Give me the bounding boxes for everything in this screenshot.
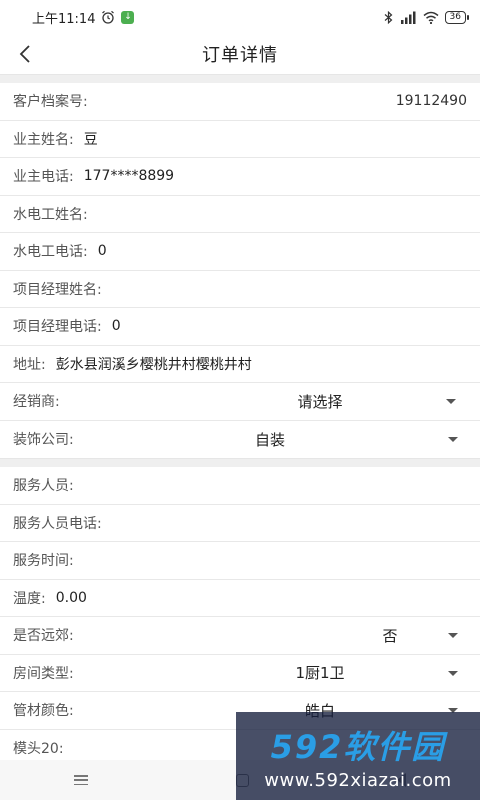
download-notification-icon: ↓: [121, 10, 135, 24]
wifi-icon: [423, 11, 439, 24]
row-label: 管材颜色:: [13, 703, 74, 720]
electrician-phone-value: 0: [97, 243, 107, 260]
row-label: 温度:: [13, 590, 46, 607]
menu-icon[interactable]: [74, 775, 88, 785]
row-label: 服务人员:: [13, 478, 74, 495]
suburb-select-value: 否: [382, 626, 398, 645]
service-staff-phone-row: 服务人员电话:: [0, 505, 480, 542]
status-time: 上午11:14: [32, 11, 96, 27]
row-label: 服务时间:: [13, 553, 74, 570]
temperature-row: 温度: 0.00: [0, 580, 480, 617]
address-row: 地址: 彭水县润溪乡樱桃井村樱桃井村: [0, 346, 480, 383]
cell-signal-icon: [400, 11, 416, 24]
customer-file-number-row: 客户档案号: 19112490: [0, 83, 480, 121]
dropdown-arrow-icon: [448, 670, 458, 676]
row-label: 服务人员电话:: [13, 515, 102, 532]
dealer-select[interactable]: 经销商: 请选择: [0, 383, 480, 421]
status-left: 上午11:14 ↓: [32, 8, 135, 27]
decoration-company-select-value: 自装: [254, 430, 285, 449]
owner-name-value: 豆: [83, 131, 98, 148]
decoration-company-select[interactable]: 装饰公司: 自装: [0, 421, 480, 459]
status-right: 36: [384, 10, 470, 24]
section-divider: [0, 458, 480, 467]
address-value: 彭水县润溪乡樱桃井村樱桃井村: [55, 356, 252, 373]
watermark: 592软件园 www.592xiazai.com: [236, 712, 480, 800]
row-label: 客户档案号:: [13, 94, 88, 111]
owner-phone-value: 177****8899: [83, 168, 175, 185]
dealer-select-value: 请选择: [297, 392, 343, 411]
dropdown-arrow-icon: [446, 399, 456, 404]
page-title: 订单详情: [202, 45, 278, 66]
row-label: 装饰公司:: [13, 432, 74, 449]
service-time-row: 服务时间:: [0, 542, 480, 580]
row-label: 水电工姓名:: [13, 206, 88, 223]
alarm-icon: [102, 10, 115, 24]
suburb-select[interactable]: 是否远郊: 否: [0, 617, 480, 655]
dropdown-arrow-icon: [448, 436, 458, 442]
temperature-value: 0.00: [55, 589, 87, 606]
row-label: 房间类型:: [13, 665, 74, 682]
owner-phone-row: 业主电话: 177****8899: [0, 158, 480, 196]
chevron-left-icon: [19, 45, 30, 63]
project-manager-phone-value: 0: [111, 318, 121, 335]
owner-name-row: 业主姓名: 豆: [0, 121, 480, 158]
row-label: 项目经理姓名:: [13, 281, 102, 298]
project-manager-phone-row: 项目经理电话: 0: [0, 308, 480, 346]
status-bar: 上午11:14 ↓ 36: [0, 0, 480, 34]
watermark-brand: 592软件园: [270, 727, 446, 766]
watermark-url: www.592xiazai.com: [264, 769, 452, 791]
nav-bar: 订单详情: [0, 34, 480, 74]
row-label: 经销商:: [13, 394, 60, 411]
row-label: 水电工电话:: [13, 244, 88, 261]
row-label: 模头20:: [13, 740, 64, 757]
row-label: 项目经理电话:: [13, 319, 102, 336]
customer-file-number-value: 19112490: [395, 93, 467, 110]
back-button[interactable]: [10, 38, 40, 70]
row-label: 地址:: [13, 356, 46, 373]
room-type-select[interactable]: 房间类型: 1厨1卫: [0, 655, 480, 692]
row-label: 业主电话:: [13, 169, 74, 186]
battery-icon: 36: [444, 10, 470, 24]
row-label: 业主姓名:: [13, 131, 74, 148]
row-label: 是否远郊:: [13, 628, 74, 645]
electrician-name-row: 水电工姓名:: [0, 196, 480, 233]
service-staff-row: 服务人员:: [0, 467, 480, 505]
project-manager-name-row: 项目经理姓名:: [0, 271, 480, 308]
dropdown-arrow-icon: [448, 633, 458, 638]
room-type-select-value: 1厨1卫: [295, 664, 345, 683]
electrician-phone-row: 水电工电话: 0: [0, 233, 480, 271]
section-divider: [0, 74, 480, 83]
bluetooth-icon: [384, 10, 392, 24]
